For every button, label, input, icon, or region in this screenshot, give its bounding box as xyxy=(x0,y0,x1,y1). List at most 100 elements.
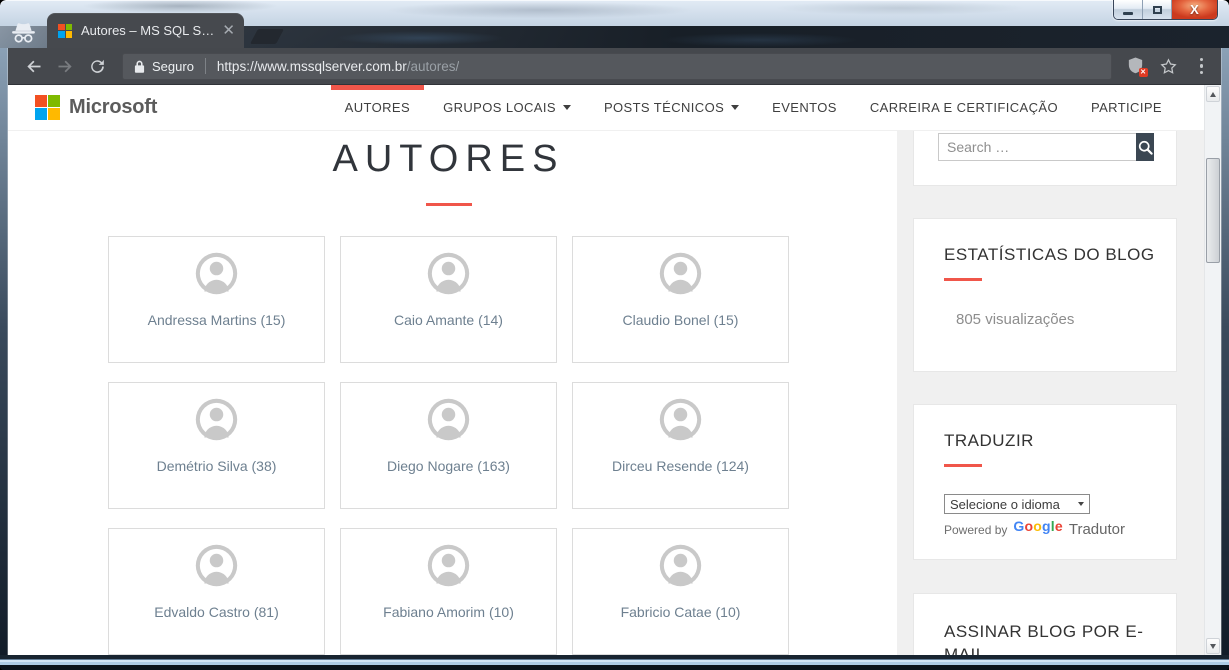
window-controls: X xyxy=(1113,0,1218,20)
author-name: Fabricio Catae (10) xyxy=(621,604,741,620)
arrow-down-icon xyxy=(1210,644,1216,649)
minimize-button[interactable] xyxy=(1114,0,1143,19)
scroll-up-button[interactable] xyxy=(1206,86,1220,102)
author-name: Diego Nogare (163) xyxy=(387,458,510,474)
security-label: Seguro xyxy=(152,59,194,74)
nav-item-autores[interactable]: AUTORES xyxy=(345,85,410,130)
nav-item-grupos-locais[interactable]: GRUPOS LOCAIS xyxy=(443,85,571,130)
window-frame-right xyxy=(1221,48,1229,670)
author-card[interactable]: Demétrio Silva (38) xyxy=(108,382,325,509)
search-input[interactable] xyxy=(938,133,1136,161)
browser-tab[interactable]: Autores – MS SQL Server ✕ xyxy=(47,13,244,48)
author-card[interactable]: Diego Nogare (163) xyxy=(340,382,557,509)
author-name: Dirceu Resende (124) xyxy=(612,458,749,474)
forward-arrow-icon xyxy=(55,56,76,77)
back-arrow-icon xyxy=(23,56,44,77)
reload-button[interactable] xyxy=(84,53,110,79)
window-frame-left xyxy=(0,48,8,670)
author-name: Edvaldo Castro (81) xyxy=(154,604,279,620)
search-icon xyxy=(1137,139,1154,156)
user-avatar-icon xyxy=(658,543,703,588)
microsoft-logo[interactable]: Microsoft xyxy=(35,95,157,120)
tab-title: Autores – MS SQL Server xyxy=(81,23,214,38)
google-translate-attribution: Powered by Google Tradutor xyxy=(944,521,1176,538)
subscribe-widget: ASSINAR BLOG POR E-MAIL xyxy=(913,593,1177,655)
google-logo: Google xyxy=(1013,518,1062,534)
search-button[interactable] xyxy=(1136,133,1154,161)
browser-menu-button[interactable] xyxy=(1194,56,1210,77)
site-navbar: Microsoft AUTORES GRUPOS LOCAIS POSTS TÉ… xyxy=(8,85,1204,131)
url-path: /autores/ xyxy=(407,59,460,74)
titlebar: Autores – MS SQL Server ✕ X xyxy=(0,0,1229,48)
reload-icon xyxy=(88,57,107,76)
brand-name: Microsoft xyxy=(69,96,157,119)
translate-title: TRADUZIR xyxy=(944,431,1176,451)
author-card[interactable]: Fabiano Amorim (10) xyxy=(340,528,557,655)
tab-close-icon[interactable]: ✕ xyxy=(222,24,235,38)
user-avatar-icon xyxy=(194,251,239,296)
translate-widget: TRADUZIR Selecione o idioma Powered by G… xyxy=(913,404,1177,560)
maximize-icon xyxy=(1153,6,1162,14)
main-column: AUTORES Andressa Martins (15) Caio Amant… xyxy=(108,131,789,655)
author-card[interactable]: Dirceu Resende (124) xyxy=(572,382,789,509)
author-name: Andressa Martins (15) xyxy=(148,312,286,328)
powered-by-label: Powered by xyxy=(944,523,1007,537)
author-name: Fabiano Amorim (10) xyxy=(383,604,514,620)
title-underline xyxy=(426,203,472,206)
chevron-down-icon xyxy=(563,105,571,110)
arrow-up-icon xyxy=(1210,92,1216,97)
browser-window: Autores – MS SQL Server ✕ X Se xyxy=(0,0,1229,670)
scrollbar-thumb[interactable] xyxy=(1206,158,1220,263)
page-content: AUTORES Andressa Martins (15) Caio Amant… xyxy=(8,131,1221,655)
browser-toolbar: Seguro https://www.mssqlserver.com.br/au… xyxy=(8,48,1221,85)
widget-underline xyxy=(944,278,982,281)
chevron-down-icon xyxy=(1078,502,1084,506)
author-card[interactable]: Claudio Bonel (15) xyxy=(572,236,789,363)
minimize-icon xyxy=(1123,12,1133,15)
microsoft-logo-icon xyxy=(35,95,60,120)
author-name: Caio Amante (14) xyxy=(394,312,503,328)
nav-item-posts-tecnicos[interactable]: POSTS TÉCNICOS xyxy=(604,85,739,130)
blocked-plugin-button[interactable]: ✕ xyxy=(1126,56,1146,76)
maximize-button[interactable] xyxy=(1143,0,1172,19)
bookmark-star-button[interactable] xyxy=(1159,57,1178,76)
back-button[interactable] xyxy=(20,53,46,79)
blog-stats-widget: ESTATÍSTICAS DO BLOG 805 visualizações xyxy=(913,218,1177,372)
lock-icon xyxy=(134,59,145,74)
author-card[interactable]: Andressa Martins (15) xyxy=(108,236,325,363)
user-avatar-icon xyxy=(194,397,239,442)
user-avatar-icon xyxy=(426,543,471,588)
author-card[interactable]: Fabricio Catae (10) xyxy=(572,528,789,655)
scroll-down-button[interactable] xyxy=(1206,638,1220,654)
scrollbar[interactable] xyxy=(1204,85,1221,655)
user-avatar-icon xyxy=(426,397,471,442)
user-avatar-icon xyxy=(426,251,471,296)
author-card[interactable]: Edvaldo Castro (81) xyxy=(108,528,325,655)
sidebar: ESTATÍSTICAS DO BLOG 805 visualizações T… xyxy=(913,131,1177,655)
search-widget xyxy=(913,131,1177,186)
site-menu: AUTORES GRUPOS LOCAIS POSTS TÉCNICOS EVE… xyxy=(345,85,1162,130)
microsoft-favicon-icon xyxy=(58,24,72,38)
incognito-icon xyxy=(10,21,37,45)
nav-item-participe[interactable]: PARTICIPE xyxy=(1091,85,1162,130)
site-security-chip[interactable]: Seguro xyxy=(134,59,194,74)
close-icon: X xyxy=(1190,2,1199,17)
user-avatar-icon xyxy=(658,251,703,296)
nav-item-eventos[interactable]: EVENTOS xyxy=(772,85,837,130)
blocked-badge-icon: ✕ xyxy=(1139,68,1148,77)
url-host: https://www.mssqlserver.com.br xyxy=(217,59,407,74)
language-select[interactable]: Selecione o idioma xyxy=(944,494,1090,514)
window-frame-bottom xyxy=(0,655,1229,670)
tradutor-label: Tradutor xyxy=(1069,521,1125,538)
blog-views-count: 805 visualizações xyxy=(956,311,1176,328)
forward-button[interactable] xyxy=(52,53,78,79)
star-icon xyxy=(1159,57,1178,76)
author-card[interactable]: Caio Amante (14) xyxy=(340,236,557,363)
page-viewport: Microsoft AUTORES GRUPOS LOCAIS POSTS TÉ… xyxy=(8,85,1221,655)
close-button[interactable]: X xyxy=(1172,0,1217,19)
address-bar[interactable]: Seguro https://www.mssqlserver.com.br/au… xyxy=(122,53,1112,80)
chevron-down-icon xyxy=(731,105,739,110)
nav-item-carreira[interactable]: CARREIRA E CERTIFICAÇÃO xyxy=(870,85,1058,130)
page-title: AUTORES xyxy=(108,137,789,181)
user-avatar-icon xyxy=(658,397,703,442)
